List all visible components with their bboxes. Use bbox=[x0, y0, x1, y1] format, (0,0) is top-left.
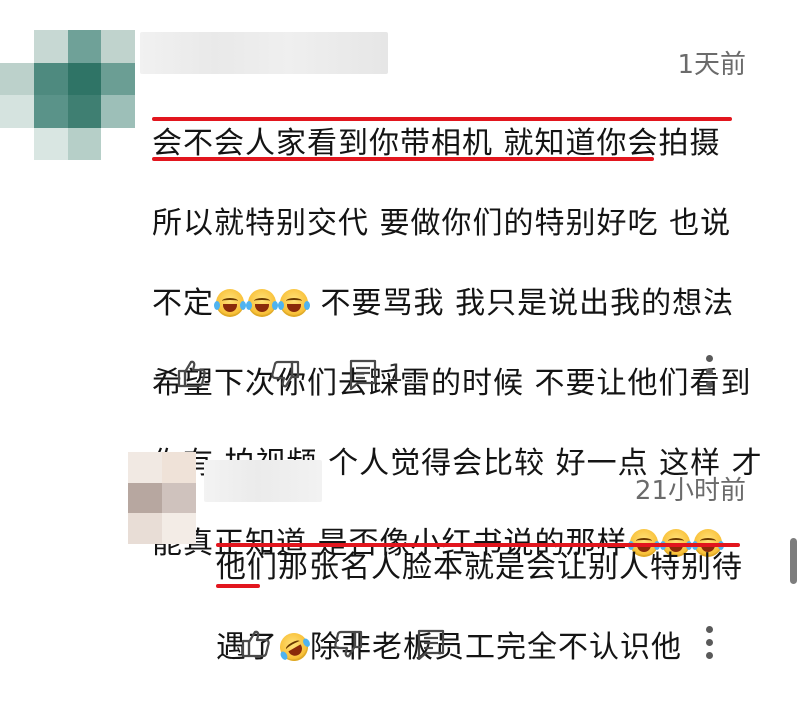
avatar[interactable] bbox=[0, 30, 135, 160]
more-options-icon-dot bbox=[706, 381, 713, 388]
thumbs-down-icon bbox=[334, 630, 363, 658]
reply-button[interactable] bbox=[348, 358, 378, 390]
highlight-underline bbox=[152, 157, 654, 161]
highlight-underline bbox=[216, 584, 260, 588]
tears-of-joy-emoji-icon bbox=[214, 289, 246, 317]
like-button[interactable] bbox=[176, 358, 208, 390]
comment-line-segment: 不定 bbox=[152, 286, 214, 321]
comment-text: 他们那张名人脸本就是会让别人特别待 遇了 除非老板员工完全不认识他 bbox=[216, 508, 776, 708]
thumbs-up-icon bbox=[177, 360, 206, 388]
reply-button[interactable] bbox=[416, 628, 446, 660]
more-options-button[interactable] bbox=[706, 626, 714, 665]
comment-line: 希望下次你们去踩雷的时候 不要让他们看到 bbox=[152, 366, 752, 401]
more-options-button[interactable] bbox=[706, 355, 714, 394]
avatar[interactable] bbox=[128, 452, 196, 544]
comment-timestamp: 21小时前 bbox=[634, 476, 746, 506]
dislike-button[interactable] bbox=[269, 358, 301, 390]
comment-line: 他们那张名人脸本就是会让别人特别待 bbox=[216, 550, 743, 585]
highlight-underline bbox=[152, 117, 732, 121]
reply-icon bbox=[417, 629, 445, 660]
thumbs-down-icon bbox=[271, 360, 300, 388]
comment-line-segment: 不要骂我 我只是说出我的想法 bbox=[310, 286, 735, 321]
dislike-button[interactable] bbox=[332, 628, 364, 660]
more-options-icon bbox=[706, 626, 713, 633]
thumbs-up-icon bbox=[241, 630, 270, 658]
comment-line-segment: 除非老板员工完全不认识他 bbox=[310, 630, 682, 665]
highlight-underline bbox=[216, 543, 740, 547]
tears-of-joy-emoji-icon bbox=[246, 289, 278, 317]
more-options-icon bbox=[706, 355, 713, 362]
comment-line: 遇了 除非老板员工完全不认识他 bbox=[216, 627, 776, 668]
tears-of-joy-emoji-icon bbox=[278, 289, 310, 317]
more-options-icon-dot bbox=[706, 639, 713, 646]
comment-line: 所以就特别交代 要做你们的特别好吃 也说 bbox=[152, 206, 732, 241]
comment-line: 不定 不要骂我 我只是说出我的想法 bbox=[152, 284, 772, 324]
reply-icon bbox=[349, 359, 377, 390]
username-blurred[interactable] bbox=[140, 32, 388, 74]
like-button[interactable] bbox=[240, 628, 272, 660]
reply-count: 1 bbox=[388, 359, 404, 387]
rolling-on-floor-laughing-emoji-icon bbox=[274, 627, 314, 667]
more-options-icon-dot bbox=[706, 368, 713, 375]
scrollbar-thumb[interactable] bbox=[790, 538, 797, 584]
username-blurred[interactable] bbox=[204, 460, 322, 502]
comment-timestamp: 1天前 bbox=[677, 50, 746, 80]
more-options-icon-dot bbox=[706, 652, 713, 659]
